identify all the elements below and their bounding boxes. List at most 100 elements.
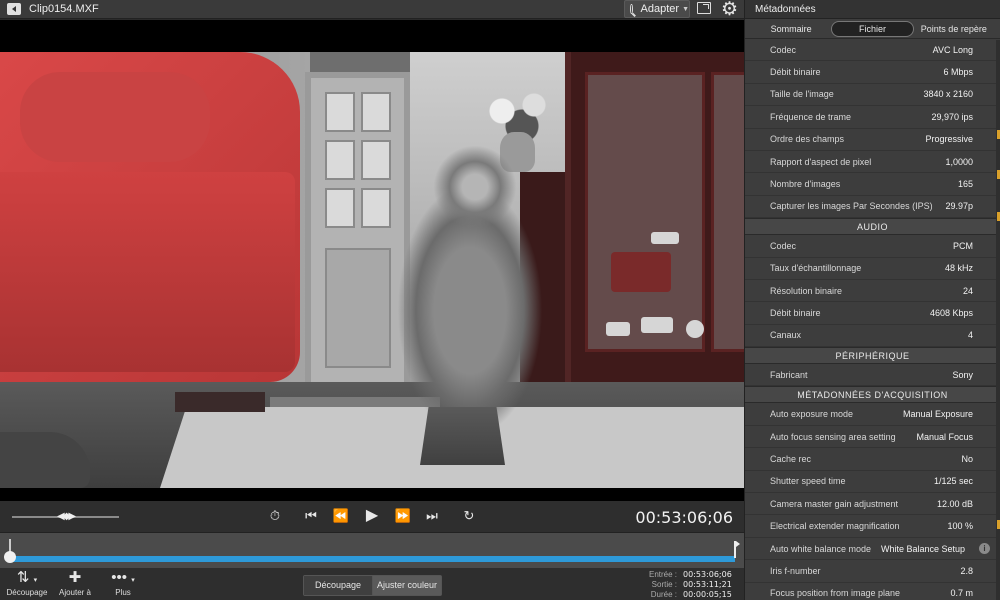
timer-icon[interactable]: ⏱ (267, 508, 283, 524)
metadata-value: 29.97p (945, 201, 973, 212)
metadata-value: 6 Mbps (943, 67, 973, 78)
fit-dropdown[interactable]: Adapter ▼ (624, 0, 690, 18)
metadata-row: Canaux 4 (745, 324, 1000, 348)
metadata-row: Codec AVC Long (745, 39, 1000, 62)
info-icon[interactable]: i (978, 543, 990, 554)
metadata-row: Auto white balance mode White Balance Set… (745, 537, 1000, 561)
metadata-key: Taille de l'image (770, 89, 834, 100)
metadata-row: Electrical extender magnification 100 % (745, 515, 1000, 538)
fullscreen-icon[interactable] (697, 2, 711, 14)
metadata-key: Shutter speed time (770, 476, 846, 487)
metadata-row: Auto exposure mode Manual Exposure (745, 403, 1000, 426)
skip-start-icon[interactable]: ⏮ (303, 508, 319, 524)
tab-points-de-repere[interactable]: Points de repère (914, 22, 994, 36)
metadata-value: 48 kHz (944, 263, 973, 274)
bottom-toolbar: ⇅ ▾ Découpage ✚ Ajouter à ••• ▾ Plus Déc… (0, 568, 744, 600)
decoupage-tool-button[interactable]: ⇅ ▾ Découpage (6, 569, 48, 598)
metadata-key: Auto exposure mode (770, 409, 854, 420)
metadata-row: Taux d'échantillonnage 48 kHz (745, 257, 1000, 280)
in-label: Entrée : (648, 570, 677, 579)
tab-fichier[interactable]: Fichier (831, 20, 914, 37)
step-back-icon[interactable]: ⏪ (331, 508, 351, 524)
transport-bar: ◀◆▶ ⏱ ⏮ ⏪ ▶ ⏩ ⏭ ↻ 00:53:06;06 (0, 501, 744, 532)
timecode-display: 00:53:06;06 (635, 508, 733, 527)
metadata-row: Rapport d'aspect de pixel 1,0000 (745, 150, 1000, 174)
metadata-value: PCM (953, 240, 973, 251)
metadata-row: Focus position from image plane 0.7 m (745, 582, 1000, 600)
metadata-key: Rapport d'aspect de pixel (770, 156, 872, 167)
play-icon[interactable]: ▶ (361, 508, 383, 524)
metadata-value: No (961, 453, 973, 464)
metadata-row: Nombre d'images 165 (745, 173, 1000, 196)
step-forward-icon[interactable]: ⏩ (393, 508, 413, 524)
back-icon[interactable] (7, 3, 21, 15)
more-icon: ••• ▾ (111, 569, 135, 586)
chevron-down-icon: ▼ (682, 5, 689, 13)
panel-scrollbar[interactable] (996, 40, 1000, 600)
out-value: 00:53:11;21 (683, 580, 732, 589)
metadata-key: Auto white balance mode (770, 543, 872, 554)
metadata-key: Canaux (770, 330, 802, 341)
timeline[interactable] (0, 532, 744, 568)
metadata-row: Fabricant Sony (745, 364, 1000, 387)
timeline-range-bar[interactable] (8, 556, 735, 562)
metadata-panel: Métadonnées Sommaire Fichier Points de r… (744, 0, 1000, 600)
metadata-value: 1/125 sec (933, 476, 973, 487)
metadata-row: Ordre des champs Progressive (745, 128, 1000, 151)
plus-icon: ✚ (68, 569, 82, 586)
video-frame (0, 52, 744, 488)
metadata-key: Camera master gain adjustment (770, 498, 899, 509)
duration-value: 00:00:05;15 (683, 590, 732, 599)
metadata-value: 0.7 m (950, 588, 973, 599)
metadata-value: 24 (962, 285, 973, 296)
video-metadata-list: Codec AVC Long Débit binaire 6 Mbps Taille d… (745, 39, 1000, 219)
metadata-row: Capturer les images Par Secondes (IPS) 29… (745, 195, 1000, 219)
add-to-button[interactable]: ✚ Ajouter à (56, 569, 94, 598)
metadata-value: 100 % (947, 521, 973, 532)
metadata-row: Shutter speed time 1/125 sec (745, 470, 1000, 494)
metadata-value: Progressive (925, 134, 973, 145)
more-button[interactable]: ••• ▾ Plus (108, 569, 138, 598)
fit-label: Adapter (640, 3, 680, 15)
metadata-value: AVC Long (932, 44, 973, 55)
mode-switch: Découpage Ajuster couleur (303, 575, 442, 596)
file-title: Clip0154.MXF (29, 3, 99, 15)
skip-end-icon[interactable]: ⏭ (424, 508, 440, 524)
tab-sommaire[interactable]: Sommaire (751, 22, 831, 36)
metadata-row: Taille de l'image 3840 x 2160 (745, 83, 1000, 107)
metadata-row: Camera master gain adjustment 12.00 dB (745, 493, 1000, 516)
metadata-key: Ordre des champs (770, 134, 845, 145)
metadata-key: Fréquence de trame (770, 111, 852, 122)
metadata-value: Manual Exposure (902, 409, 973, 420)
out-point-marker[interactable] (734, 541, 740, 558)
jog-shuttle-icon[interactable]: ◀◆▶ (57, 511, 76, 522)
viewer-toolbar: Clip0154.MXF Adapter ▼ ⚙ (0, 0, 744, 19)
metadata-value: 2.8 (960, 565, 973, 576)
search-icon (630, 4, 633, 14)
metadata-row: Débit binaire 4608 Kbps (745, 302, 1000, 325)
metadata-key: Débit binaire (770, 307, 821, 318)
metadata-key: Débit binaire (770, 67, 821, 78)
metadata-value: Manual Focus (916, 431, 973, 442)
metadata-row: Auto focus sensing area setting Manual Fo… (745, 425, 1000, 449)
metadata-key: Iris f-number (770, 565, 821, 576)
app-window: Clip0154.MXF Adapter ▼ ⚙ ◀◆▶ ⏱ ⏮ ⏪ ▶ ⏩ ⏭… (0, 0, 1000, 600)
acquisition-metadata-list: Auto exposure mode Manual Exposure Auto fo… (745, 403, 1000, 600)
metadata-value: 29,970 ips (931, 111, 973, 122)
mode-decoupage-button[interactable]: Découpage (304, 576, 373, 595)
section-acquisition: MÉTADONNÉES D'ACQUISITION (745, 386, 1000, 404)
out-label: Sortie : (651, 580, 677, 589)
trim-icon: ⇅ ▾ (16, 569, 38, 586)
metadata-value: 1,0000 (945, 156, 973, 167)
metadata-value: 4608 Kbps (929, 307, 973, 318)
video-viewport[interactable] (0, 20, 744, 501)
section-audio: AUDIO (745, 218, 1000, 236)
mode-color-button[interactable]: Ajuster couleur (373, 576, 441, 595)
section-device: PÉRIPHÉRIQUE (745, 347, 1000, 365)
metadata-key: Auto focus sensing area setting (770, 431, 896, 442)
metadata-row: Codec PCM (745, 235, 1000, 258)
metadata-value: 12.00 dB (936, 498, 973, 509)
loop-icon[interactable]: ↻ (461, 508, 477, 524)
gear-icon[interactable]: ⚙ (720, 0, 739, 19)
playhead-handle[interactable] (4, 551, 16, 563)
